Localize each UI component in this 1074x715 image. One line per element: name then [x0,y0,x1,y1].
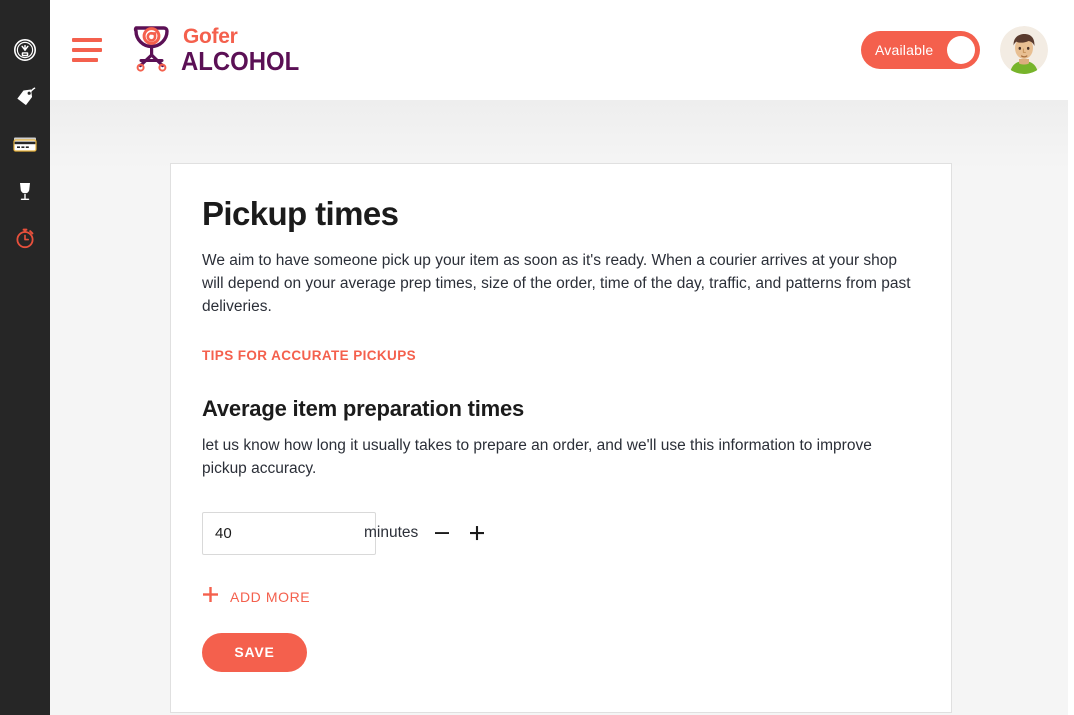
hamburger-bar [72,38,102,42]
avatar[interactable] [1000,26,1048,74]
sidebar-item-pickup-times[interactable] [0,214,50,261]
intro-paragraph: We aim to have someone pick up your item… [202,251,911,315]
prep-time-increase-button[interactable] [466,522,488,544]
prep-time-input[interactable] [202,511,376,555]
add-more-button[interactable]: ADD MORE [202,586,310,608]
page-title: Pickup times [202,195,399,232]
prep-time-row: minutes [202,511,920,555]
section-title: Average item preparation times [202,395,525,421]
content-area: Pickup times We aim to have someone pick… [50,100,1074,715]
plus-icon [202,586,219,608]
minus-icon [432,523,452,543]
brand-name-line2: ALCOHOL [181,46,300,76]
sidebar-item-offers[interactable] [0,73,50,120]
sidebar-item-catalog[interactable] [0,167,50,214]
availability-toggle-label: Available [875,42,934,58]
availability-toggle-knob [947,36,975,64]
sidebar-item-dashboard[interactable] [0,26,50,73]
hamburger-bar [72,48,102,52]
sidebar [0,0,50,715]
brand-logo[interactable]: Gofer ALCOHOL [127,22,310,79]
pickup-times-card: Pickup times We aim to have someone pick… [170,163,952,713]
wine-glass-scooter-logo-icon [127,22,177,79]
save-button[interactable]: SAVE [202,632,307,672]
plus-icon [467,523,487,543]
scrollbar-gutter[interactable] [1068,100,1074,715]
tag-icon [13,85,37,109]
stopwatch-icon [13,226,37,250]
section-description: let us know how long it usually takes to… [202,436,872,477]
main-column: Gofer ALCOHOL Available Pickup times We … [50,0,1074,715]
sidebar-item-payments[interactable] [0,120,50,167]
availability-toggle[interactable]: Available [861,31,980,69]
dashboard-gauge-icon [13,38,37,62]
header-actions: Available [861,26,1048,74]
hamburger-menu-icon[interactable] [72,38,102,62]
credit-card-icon [12,132,38,156]
add-more-label: ADD MORE [230,588,311,605]
top-header: Gofer ALCOHOL Available [50,0,1074,100]
brand-logo-text: Gofer ALCOHOL [181,26,310,74]
prep-time-decrease-button[interactable] [431,522,453,544]
tips-for-accurate-pickups-link[interactable]: TIPS FOR ACCURATE PICKUPS [202,348,416,363]
brand-name-line1: Gofer [183,25,238,48]
app-root: Gofer ALCOHOL Available Pickup times We … [0,0,1074,715]
prep-time-unit-label: minutes [364,524,419,542]
hamburger-bar [72,58,98,62]
wine-glass-icon [13,179,37,203]
